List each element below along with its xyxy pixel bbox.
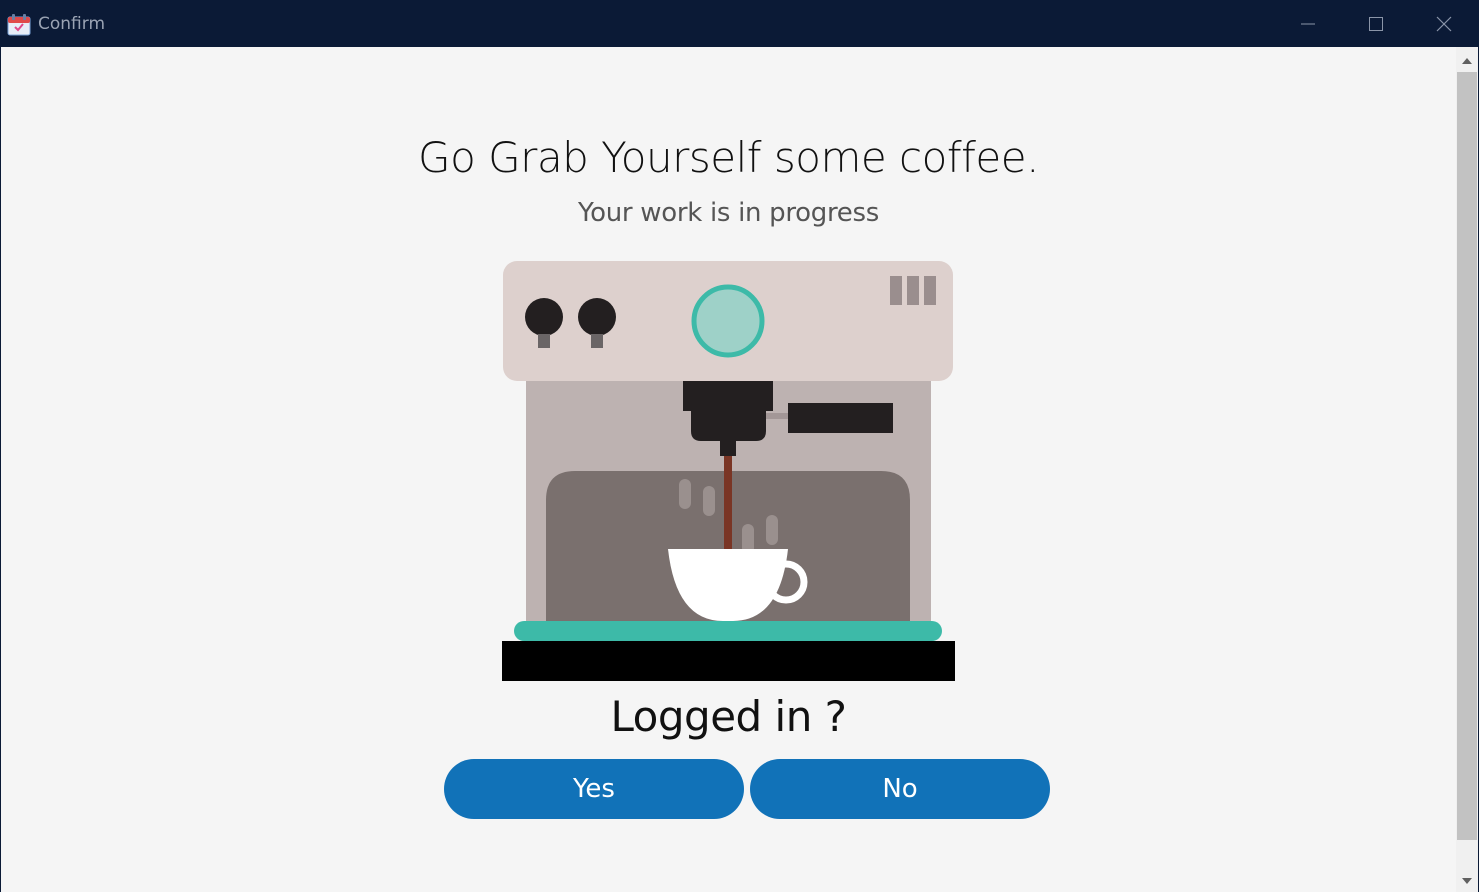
confirm-window: Confirm Go Grab Yourself some coffee. Yo… bbox=[0, 0, 1479, 892]
coffee-machine-illustration bbox=[501, 260, 957, 682]
maximize-icon bbox=[1369, 17, 1383, 31]
window-title: Confirm bbox=[38, 14, 106, 34]
scroll-down-arrow-icon[interactable] bbox=[1456, 872, 1478, 890]
calendar-app-icon bbox=[7, 14, 31, 36]
maximize-button[interactable] bbox=[1342, 1, 1410, 47]
yes-button[interactable]: Yes bbox=[444, 759, 744, 819]
scrollbar-thumb[interactable] bbox=[1457, 72, 1477, 840]
login-question: Logged in ? bbox=[610, 692, 847, 741]
scroll-up-arrow-icon[interactable] bbox=[1456, 52, 1478, 70]
content-area: Go Grab Yourself some coffee. Your work … bbox=[1, 47, 1456, 892]
page-title: Go Grab Yourself some coffee. bbox=[418, 133, 1039, 182]
no-button[interactable]: No bbox=[750, 759, 1050, 819]
title-bar[interactable]: Confirm bbox=[1, 1, 1478, 47]
vertical-scrollbar[interactable] bbox=[1456, 47, 1478, 892]
minimize-button[interactable] bbox=[1274, 1, 1342, 47]
close-button[interactable] bbox=[1410, 1, 1478, 47]
minimize-icon bbox=[1301, 23, 1315, 25]
page-subtitle: Your work is in progress bbox=[578, 198, 879, 228]
close-icon bbox=[1436, 16, 1452, 32]
